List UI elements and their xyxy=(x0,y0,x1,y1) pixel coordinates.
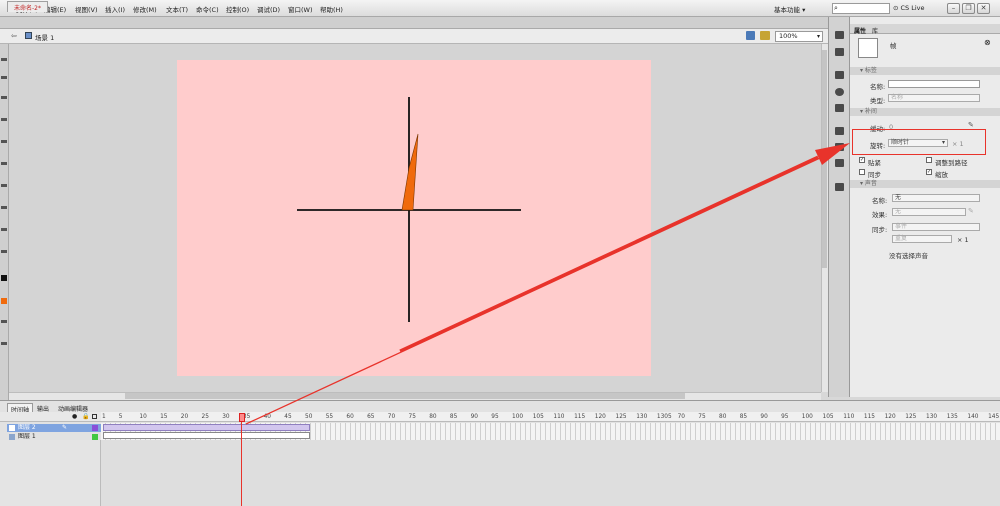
annotation-arrowhead xyxy=(815,143,850,165)
annotation-arrow-thin xyxy=(245,157,821,425)
annotation-overlay xyxy=(245,143,850,425)
annotation-arrow xyxy=(399,155,819,353)
